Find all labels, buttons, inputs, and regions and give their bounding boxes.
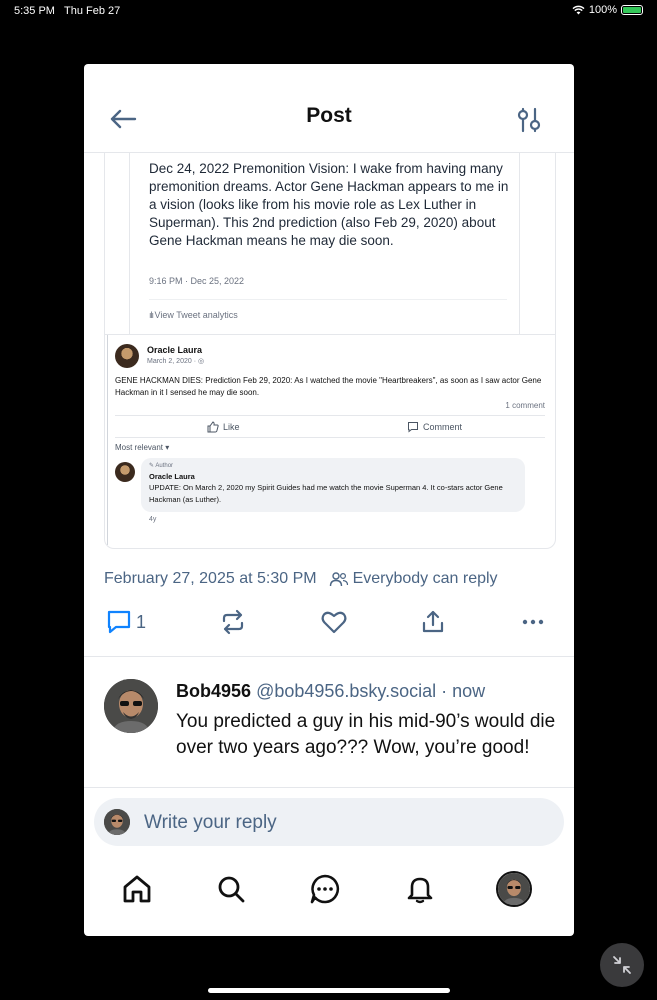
tweet-timestamp: 9:16 PM · Dec 25, 2022 (149, 276, 245, 286)
reply-bubble-icon (107, 610, 131, 634)
more-button[interactable] (520, 608, 546, 636)
status-bar: 5:35 PM Thu Feb 27 100% (0, 0, 657, 22)
reply-button[interactable]: 1 (106, 608, 146, 636)
facebook-post-screenshot: Oracle Laura March 2, 2020 · ◎ GENE HACK… (105, 334, 555, 548)
thumbs-up-icon (207, 421, 219, 433)
home-indicator (208, 988, 450, 993)
heart-icon (321, 611, 347, 634)
post-thread-window: Post Dec 24, 2022 Premonition Vision: I … (84, 64, 574, 936)
status-time: 5:35 PM (14, 5, 55, 17)
header: Post (84, 64, 574, 153)
fb-post-text: GENE HACKMAN DIES: Prediction Feb 29, 20… (115, 376, 542, 397)
fb-date-text: March 2, 2020 · (147, 358, 198, 365)
tab-search[interactable] (213, 871, 249, 907)
share-button[interactable] (420, 608, 446, 636)
tweet-text: Dec 24, 2022 Premonition Vision: I wake … (149, 161, 509, 248)
embedded-image[interactable]: Dec 24, 2022 Premonition Vision: I wake … (104, 152, 556, 549)
comment-bubble-icon (408, 422, 418, 433)
battery-percent: 100% (588, 4, 617, 16)
people-icon (329, 572, 348, 587)
post-meta: February 27, 2025 at 5:30 PM Everybody c… (104, 570, 498, 588)
fb-sort-label: Most relevant (115, 443, 164, 452)
reply-header: Bob4956 @bob4956.bsky.social · now (176, 681, 485, 702)
fb-like-label: Like (223, 422, 240, 432)
author-badge-label: Author (155, 463, 174, 469)
fb-comment-label: Comment (423, 422, 463, 432)
reply-author[interactable]: Bob4956 (176, 681, 251, 701)
bottom-tab-bar (84, 851, 574, 936)
fb-sort: Most relevant ▾ (115, 443, 169, 452)
reply-setting-label: Everybody can reply (352, 570, 498, 587)
reply-post[interactable]: Bob4956 @bob4956.bsky.social · now You p… (84, 657, 574, 787)
reply-setting[interactable]: Everybody can reply (329, 570, 498, 588)
tab-chat[interactable] (307, 871, 343, 907)
page-title: Post (306, 104, 352, 127)
reply-composer[interactable] (94, 798, 564, 846)
fb-like: Like (207, 421, 240, 433)
share-icon (422, 610, 444, 633)
home-icon (123, 875, 151, 903)
fb-comment: Comment (407, 421, 462, 433)
post-actions: 1 (104, 608, 554, 638)
avatar[interactable] (104, 679, 158, 733)
sliders-icon[interactable] (516, 106, 542, 134)
fb-comment-count: 1 comment (505, 401, 545, 410)
fb-date: March 2, 2020 · ◎ (147, 357, 204, 365)
repost-button[interactable] (220, 608, 246, 636)
tab-home[interactable] (119, 871, 155, 907)
reply-time: now (452, 681, 486, 701)
status-right: 100% (572, 4, 643, 16)
divider (149, 299, 507, 300)
globe-icon: ◎ (197, 358, 205, 365)
fb-author: Oracle Laura (147, 345, 203, 355)
bell-icon (407, 877, 433, 904)
avatar-image (104, 679, 158, 733)
avatar-image (104, 809, 130, 835)
tweet-screenshot: Dec 24, 2022 Premonition Vision: I wake … (105, 152, 555, 334)
reply-handle[interactable]: @bob4956.bsky.social (256, 681, 436, 701)
repost-icon (222, 609, 244, 635)
avatar (115, 462, 135, 482)
tab-notifications[interactable] (402, 871, 438, 907)
caret-down-icon: ▾ (165, 443, 170, 452)
reply-input[interactable] (142, 806, 546, 840)
tweet-analytics-label: View Tweet analytics (154, 310, 238, 320)
status-date: Thu Feb 27 (64, 5, 121, 17)
tweet-analytics: ılı View Tweet analytics (149, 310, 238, 320)
post-timestamp: February 27, 2025 at 5:30 PM (104, 570, 317, 587)
wifi-icon (572, 5, 585, 15)
divider (107, 335, 108, 545)
divider (115, 437, 545, 438)
divider (115, 415, 545, 416)
fb-comment-author: Oracle Laura (149, 472, 195, 481)
minimize-button[interactable] (600, 943, 644, 987)
ellipsis-icon (522, 619, 544, 625)
tab-profile[interactable] (496, 871, 532, 907)
profile-avatar (498, 873, 530, 905)
battery-icon (621, 5, 643, 15)
fb-comment-age: 4y (149, 516, 157, 523)
separator: · (436, 681, 453, 701)
avatar (104, 809, 130, 835)
author-badge: ✎ Author (149, 462, 173, 469)
fb-comment-text: UPDATE: On March 2, 2020 my Spirit Guide… (149, 483, 503, 504)
avatar (115, 344, 139, 368)
reply-count: 1 (136, 611, 147, 632)
fb-comment-bubble: ✎ Author Oracle Laura UPDATE: On March 2… (141, 458, 525, 512)
reply-text: You predicted a guy in his mid-90’s woul… (176, 711, 556, 758)
divider (129, 152, 130, 334)
divider (519, 152, 520, 334)
chat-icon (310, 874, 340, 904)
reply-composer-area (84, 787, 574, 852)
search-icon (218, 876, 245, 903)
like-button[interactable] (320, 608, 348, 636)
collapse-arrows-icon (613, 956, 631, 974)
